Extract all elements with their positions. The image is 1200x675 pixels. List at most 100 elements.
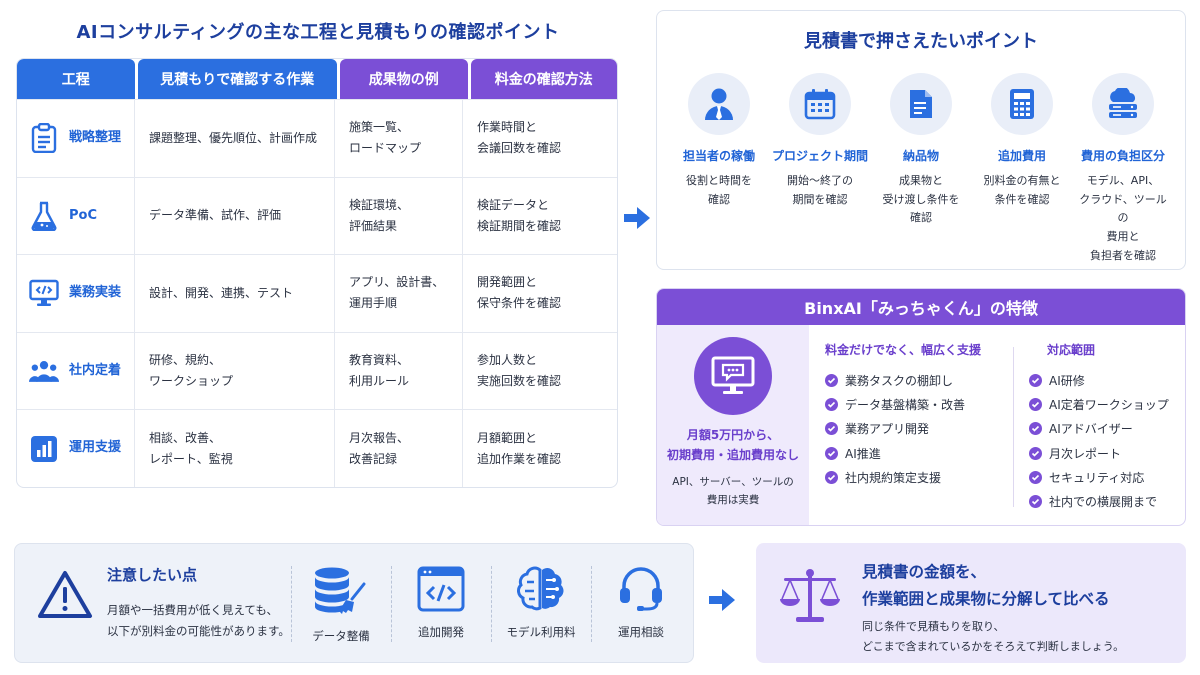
table-header: 工程 見積もりで確認する作業 成果物の例 料金の確認方法	[17, 59, 617, 99]
header-process: 工程	[17, 59, 135, 99]
work-cell: データ準備、試作、評価	[135, 177, 335, 255]
point-title: 納品物	[902, 149, 939, 163]
point-title: 担当者の稼働	[682, 149, 755, 163]
point-item: 費用の負担区分 モデル、API、 クラウド、ツールの 費用と 負担者を確認	[1075, 73, 1171, 265]
scope-column: 対応範囲 AI研修 AI定着ワークショップ AIアドバイザー 月次レポート セキ…	[1029, 341, 1169, 514]
support-title: 料金だけでなく、幅広く支援	[825, 343, 982, 357]
cost-item: 運用相談	[592, 566, 690, 640]
work-cell: 設計、開発、連携、テスト	[135, 255, 335, 332]
feature-item: データ基盤構築・改善	[825, 392, 981, 416]
point-item: 納品物 成果物と 受け渡し条件を 確認	[873, 73, 969, 265]
point-item: プロジェクト期間 開始〜終了の 期間を確認	[772, 73, 868, 265]
database-icon	[315, 567, 366, 614]
feature-item: AIアドバイザー	[1029, 417, 1169, 441]
pricing-cell: 参加人数と 実施回数を確認	[477, 353, 562, 389]
work-cell: 課題整理、優先順位、計画作成	[135, 100, 335, 177]
balance-scale-icon	[780, 569, 840, 622]
feature-item: セキュリティ対応	[1029, 465, 1169, 489]
feature-item: AI推進	[825, 441, 981, 465]
process-name: 戦略整理	[69, 129, 122, 145]
header-pricing: 料金の確認方法	[470, 59, 617, 99]
compare-panel: 見積書の金額を、 作業範囲と成果物に分解して比べる 同じ条件で見積もりを取り、 …	[756, 543, 1186, 663]
pricing-cell: 作業時間と 会議回数を確認	[477, 120, 562, 156]
check-icon	[1029, 422, 1042, 436]
check-icon	[825, 397, 838, 411]
arrow-right-icon	[709, 589, 735, 611]
binxai-features-panel: BinxAI「みっちゃくん」の特徴 月額5万円から、 初期費用・追加費用なし A…	[656, 288, 1186, 526]
cost-label: モデル利用料	[506, 625, 576, 639]
compare-title: 見積書の金額を、 作業範囲と成果物に分解して比べる	[862, 563, 1110, 609]
scope-title: 対応範囲	[1047, 343, 1096, 357]
feature-item: 業務アプリ開発	[825, 417, 981, 441]
feature-item: 月次レポート	[1029, 441, 1169, 465]
check-icon	[1029, 495, 1042, 509]
feature-item: AI研修	[1029, 368, 1169, 392]
process-name: 社内定着	[69, 362, 122, 378]
feature-item: 社内での横展開まで	[1029, 489, 1169, 513]
check-icon	[825, 446, 838, 460]
caution-panel: 注意したい点 月額や一括費用が低く見えても、 以下が別料金の可能性があります。 …	[14, 543, 694, 663]
pricing-box: 月額5万円から、 初期費用・追加費用なし API、サーバー、ツールの 費用は実費	[657, 325, 809, 525]
deliverable-cell: 検証環境、 評価結果	[335, 177, 463, 255]
cost-item: モデル利用料	[492, 566, 590, 640]
check-icon	[1029, 470, 1042, 484]
cloud-server-icon	[1092, 73, 1154, 135]
feature-item: AI定着ワークショップ	[1029, 392, 1169, 416]
warning-icon	[38, 571, 92, 618]
process-name: 運用支援	[69, 440, 122, 456]
flask-icon	[29, 201, 59, 231]
point-desc: 別料金の有無と 条件を確認	[983, 174, 1061, 206]
support-column: 料金だけでなく、幅広く支援 業務タスクの棚卸し データ基盤構築・改善 業務アプリ…	[825, 341, 981, 489]
point-desc: モデル、API、 クラウド、ツールの 費用と 負担者を確認	[1079, 174, 1167, 262]
process-name: PoC	[69, 207, 97, 223]
table-row: 社内定着 研修、規約、 ワークショップ 教育資料、 利用ルール 参加人数と 実施…	[17, 331, 617, 410]
cost-label: データ整備	[312, 629, 370, 643]
work-cell: 研修、規約、 ワークショップ	[135, 332, 335, 410]
point-title: 費用の負担区分	[1080, 149, 1165, 163]
cost-label: 運用相談	[618, 625, 664, 639]
deliverable-cell: アプリ、設計書、 運用手順	[335, 255, 463, 332]
point-desc: 役割と時間を 確認	[686, 174, 752, 206]
chat-monitor-icon	[694, 337, 772, 415]
bar-chart-icon	[29, 434, 59, 464]
calculator-icon	[991, 73, 1053, 135]
pricing-cell: 月額範囲と 追加作業を確認	[477, 430, 562, 466]
point-item: 追加費用 別料金の有無と 条件を確認	[974, 73, 1070, 265]
work-cell: 相談、改善、 レポート、監視	[135, 410, 335, 487]
clipboard-icon	[29, 123, 59, 154]
table-row: 業務実装 設計、開発、連携、テスト アプリ、設計書、 運用手順 開発範囲と 保守…	[17, 254, 617, 332]
point-item: 担当者の稼働 役割と時間を 確認	[671, 73, 767, 265]
check-icon	[1029, 446, 1042, 460]
document-icon	[890, 73, 952, 135]
check-icon	[825, 373, 838, 387]
check-icon	[1029, 373, 1042, 387]
table-row: PoC データ準備、試作、評価 検証環境、 評価結果 検証データと 検証期間を確…	[17, 176, 617, 255]
header-deliverable: 成果物の例	[339, 59, 468, 99]
check-icon	[825, 422, 838, 436]
main-title: AIコンサルティングの主な工程と見積もりの確認ポイント	[76, 22, 560, 43]
pricing-cell: 検証データと 検証期間を確認	[477, 197, 562, 233]
points-title: 見積書で押さえたいポイント	[804, 31, 1038, 52]
feature-item: 業務タスクの棚卸し	[825, 368, 981, 392]
ai-brain-icon	[517, 566, 564, 611]
point-desc: 開始〜終了の 期間を確認	[787, 174, 853, 206]
table-row: 戦略整理 課題整理、優先順位、計画作成 施策一覧、 ロードマップ 作業時間と 会…	[17, 99, 617, 177]
check-icon	[825, 470, 838, 484]
features-title: BinxAI「みっちゃくん」の特徴	[657, 289, 1185, 325]
pricing-cell: 開発範囲と 保守条件を確認	[477, 275, 562, 311]
check-icon	[1029, 397, 1042, 411]
header-work: 見積もりで確認する作業	[137, 59, 337, 99]
deliverable-cell: 施策一覧、 ロードマップ	[335, 100, 463, 177]
table-row: 運用支援 相談、改善、 レポート、監視 月次報告、 改善記録 月額範囲と 追加作…	[17, 409, 617, 487]
process-table: 工程 見積もりで確認する作業 成果物の例 料金の確認方法 戦略整理 課題整理、優…	[16, 58, 618, 488]
compare-subtitle: 同じ条件で見積もりを取り、 どこまで含まれているかをそろえて判断しましょう。	[862, 620, 1125, 653]
deliverable-cell: 月次報告、 改善記録	[335, 410, 463, 487]
cost-item: データ整備	[292, 566, 390, 644]
calendar-icon	[789, 73, 851, 135]
people-icon	[29, 356, 59, 386]
point-title: プロジェクト期間	[772, 149, 869, 163]
cost-label: 追加開発	[418, 625, 464, 639]
person-icon	[688, 73, 750, 135]
point-desc: 成果物と 受け渡し条件を 確認	[882, 174, 960, 225]
point-title: 追加費用	[997, 149, 1046, 163]
